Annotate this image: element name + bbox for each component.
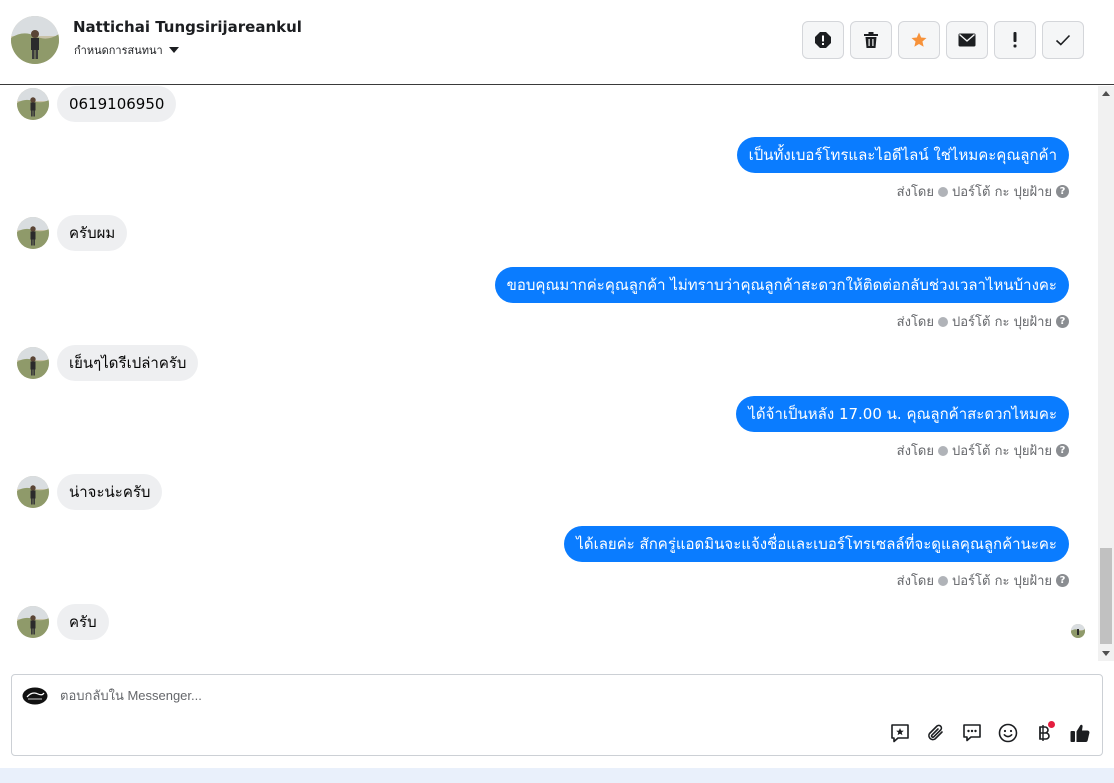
saved-reply-icon	[891, 724, 909, 743]
contact-avatar-small	[17, 347, 49, 379]
seen-avatar-icon	[1071, 624, 1085, 638]
caret-down-icon	[168, 47, 179, 53]
trash-icon	[864, 32, 878, 48]
sent-by-label: ส่งโดย	[896, 315, 934, 330]
incoming-message-row: เย็นๆไดรีเปล่าครับ	[17, 345, 199, 381]
sender-name[interactable]: ปอร์โต้ กะ ปุยฝ้าย	[952, 311, 1052, 332]
mark-unread-button[interactable]	[946, 21, 988, 59]
incoming-message-bubble[interactable]: น่าจะน่ะครับ	[57, 474, 163, 510]
schedule-label: กำหนดการสนทนา	[74, 44, 163, 57]
saved-reply-button[interactable]	[888, 721, 912, 745]
delete-button[interactable]	[850, 21, 892, 59]
conversation-schedule-dropdown[interactable]: กำหนดการสนทนา	[74, 41, 179, 59]
contact-avatar[interactable]	[11, 16, 59, 64]
scroll-down-arrow-icon[interactable]	[1102, 651, 1110, 656]
scroll-up-arrow-icon[interactable]	[1102, 91, 1110, 96]
contact-name[interactable]: Nattichai Tungsirijareankul	[73, 18, 302, 36]
mark-done-button[interactable]	[1042, 21, 1084, 59]
report-button[interactable]	[802, 21, 844, 59]
outgoing-message-bubble[interactable]: เป็นทั้งเบอร์โทรและไอดีไลน์ ใช่ไหมคะคุณล…	[736, 137, 1069, 173]
incoming-message-bubble[interactable]: เย็นๆไดรีเปล่าครับ	[57, 345, 199, 381]
sender-name[interactable]: ปอร์โต้ กะ ปุยฝ้าย	[952, 181, 1052, 202]
quick-reply-button[interactable]	[960, 721, 984, 745]
outgoing-message-bubble[interactable]: ได้จ้าเป็นหลัง 17.00 น. คุณลูกค้าสะดวกไห…	[736, 396, 1069, 432]
sender-status-icon	[938, 445, 948, 456]
outgoing-message-bubble[interactable]: ได้เลยค่ะ สักครู่แอดมินจะแจ้งชื่อและเบอร…	[564, 526, 1069, 562]
sender-status-icon	[938, 186, 948, 197]
send-like-button[interactable]	[1068, 721, 1092, 745]
incoming-message-row: น่าจะน่ะครับ	[17, 474, 163, 510]
incoming-message-bubble[interactable]: ครับผม	[57, 215, 128, 251]
incoming-message-row: ครับผม	[17, 215, 128, 251]
sender-name[interactable]: ปอร์โต้ กะ ปุยฝ้าย	[952, 570, 1052, 591]
contact-avatar-small	[17, 217, 49, 249]
help-icon[interactable]: ?	[1056, 574, 1069, 587]
page-footer-strip	[0, 768, 1114, 783]
help-icon[interactable]: ?	[1056, 315, 1069, 328]
outgoing-message-bubble[interactable]: ขอบคุณมากค่ะคุณลูกค้า ไม่ทราบว่าคุณลูกค้…	[494, 267, 1069, 303]
scrollbar-thumb[interactable]	[1100, 548, 1112, 644]
message-composer	[11, 674, 1103, 756]
report-icon	[815, 32, 831, 48]
message-sender-info: ส่งโดย ปอร์โต้ กะ ปุยฝ้าย ?	[897, 181, 1069, 202]
envelope-icon	[958, 33, 976, 47]
emoji-button[interactable]	[996, 721, 1020, 745]
conversation-header: Nattichai Tungsirijareankul กำหนดการสนทน…	[0, 0, 1114, 85]
incoming-message-bubble[interactable]: 0619106950	[57, 86, 177, 122]
sent-by-label: ส่งโดย	[896, 185, 934, 200]
contact-avatar-small	[17, 606, 49, 638]
message-sender-info: ส่งโดย ปอร์โต้ กะ ปุยฝ้าย ?	[897, 311, 1069, 332]
sender-status-icon	[938, 575, 948, 586]
help-icon[interactable]: ?	[1056, 444, 1069, 457]
incoming-message-bubble[interactable]: ครับ	[57, 604, 109, 640]
help-icon[interactable]: ?	[1056, 185, 1069, 198]
thread-scrollbar[interactable]	[1098, 86, 1114, 661]
thumbs-up-icon	[1070, 724, 1090, 742]
message-sender-info: ส่งโดย ปอร์โต้ กะ ปุยฝ้าย ?	[897, 440, 1069, 461]
exclamation-icon	[1013, 32, 1017, 48]
conversation-actions	[802, 21, 1084, 59]
attachment-icon	[928, 724, 943, 741]
mark-spam-button[interactable]	[994, 21, 1036, 59]
sent-by-label: ส่งโดย	[896, 574, 934, 589]
contact-avatar-small	[17, 476, 49, 508]
incoming-message-row: ครับ	[17, 604, 109, 640]
incoming-message-row: 0619106950	[17, 86, 177, 122]
message-thread: 0619106950 เป็นทั้งเบอร์โทรและไอดีไลน์ ใ…	[0, 86, 1098, 661]
attach-file-button[interactable]	[924, 721, 948, 745]
message-sender-info: ส่งโดย ปอร์โต้ กะ ปุยฝ้าย ?	[897, 570, 1069, 591]
contact-avatar-small	[17, 88, 49, 120]
sent-by-label: ส่งโดย	[896, 444, 934, 459]
sender-status-icon	[938, 316, 948, 327]
chat-bubble-icon	[963, 724, 981, 742]
star-icon	[911, 32, 927, 47]
emoji-icon	[998, 723, 1018, 743]
payment-button[interactable]	[1032, 721, 1056, 745]
sender-name[interactable]: ปอร์โต้ กะ ปุยฝ้าย	[952, 440, 1052, 461]
check-icon	[1055, 34, 1071, 46]
notification-dot	[1048, 721, 1055, 728]
page-logo-icon	[22, 687, 48, 705]
star-button[interactable]	[898, 21, 940, 59]
composer-tools	[888, 721, 1092, 745]
reply-input[interactable]	[60, 688, 760, 703]
